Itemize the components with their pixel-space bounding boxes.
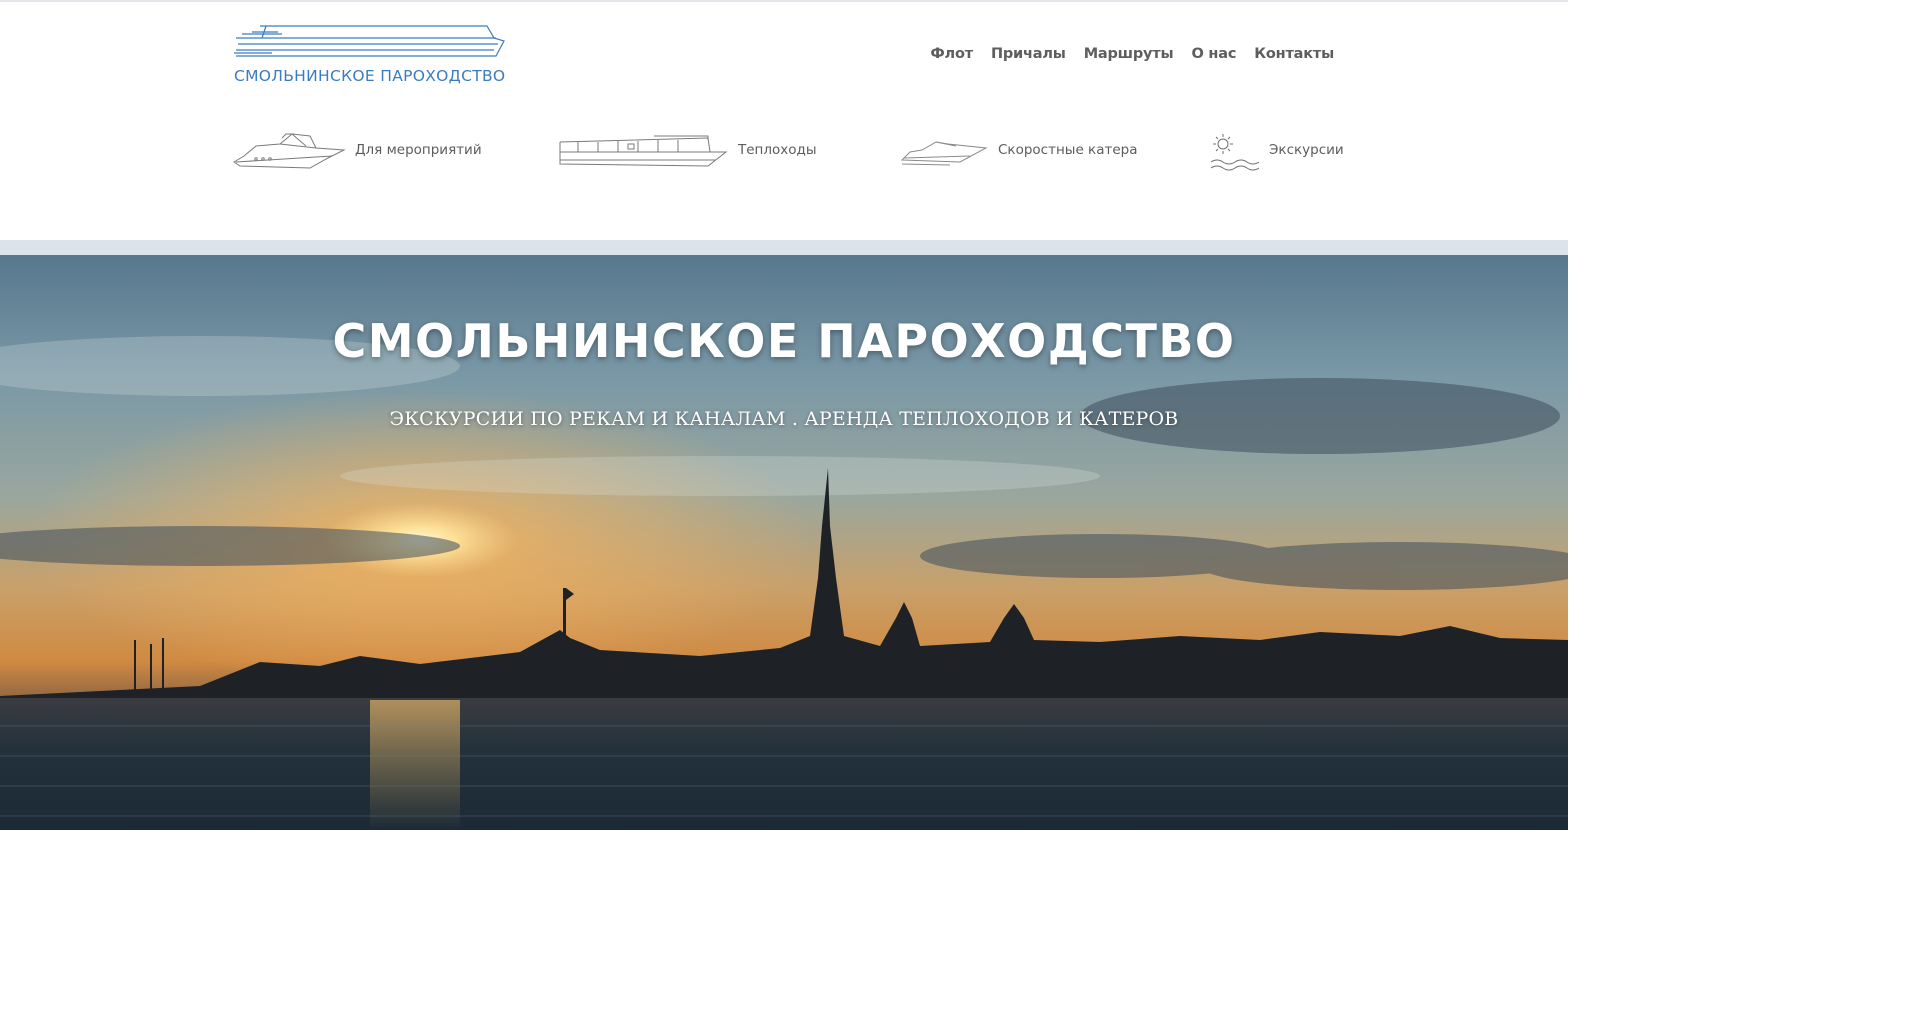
- category-events-label: Для мероприятий: [355, 142, 482, 158]
- category-riverboats[interactable]: Теплоходы: [558, 128, 817, 172]
- category-excursions[interactable]: Экскурсии: [1209, 128, 1344, 172]
- site-header: СМОЛЬНИНСКОЕ ПАРОХОДСТВО Флот Причалы Ма…: [0, 0, 1568, 240]
- nav-link-about[interactable]: О нас: [1191, 46, 1236, 62]
- hero-subtitle: ЭКСКУРСИИ ПО РЕКАМ И КАНАЛАМ . АРЕНДА ТЕ…: [389, 408, 1179, 430]
- riverboat-icon: [559, 135, 728, 167]
- main-nav: Флот Причалы Маршруты О нас Контакты: [930, 46, 1334, 62]
- site-logo[interactable]: СМОЛЬНИНСКОЕ ПАРОХОДСТВО: [232, 20, 507, 90]
- ship-logo-icon: [234, 25, 505, 57]
- nav-link-piers[interactable]: Причалы: [991, 46, 1066, 62]
- hero-title: СМОЛЬНИНСКОЕ ПАРОХОДСТВО: [332, 314, 1236, 368]
- nav-link-fleet[interactable]: Флот: [930, 46, 973, 62]
- logo-text: СМОЛЬНИНСКОЕ ПАРОХОДСТВО: [234, 67, 506, 85]
- nav-link-contacts[interactable]: Контакты: [1254, 46, 1334, 62]
- category-riverboats-label: Теплоходы: [738, 142, 817, 158]
- hero-section: СМОЛЬНИНСКОЕ ПАРОХОДСТВО ЭКСКУРСИИ ПО РЕ…: [0, 226, 1568, 830]
- category-speedboats-label: Скоростные катера: [998, 142, 1138, 158]
- category-bar: Для мероприятий Теплоходы Скоростные кат…: [232, 128, 1344, 172]
- yacht-icon: [233, 133, 346, 169]
- speedboat-icon: [900, 141, 988, 166]
- category-events[interactable]: Для мероприятий: [232, 128, 482, 172]
- sun-waves-icon: [1210, 134, 1259, 171]
- category-excursions-label: Экскурсии: [1269, 142, 1344, 158]
- category-speedboats[interactable]: Скоростные катера: [900, 128, 1137, 172]
- nav-link-routes[interactable]: Маршруты: [1084, 46, 1174, 62]
